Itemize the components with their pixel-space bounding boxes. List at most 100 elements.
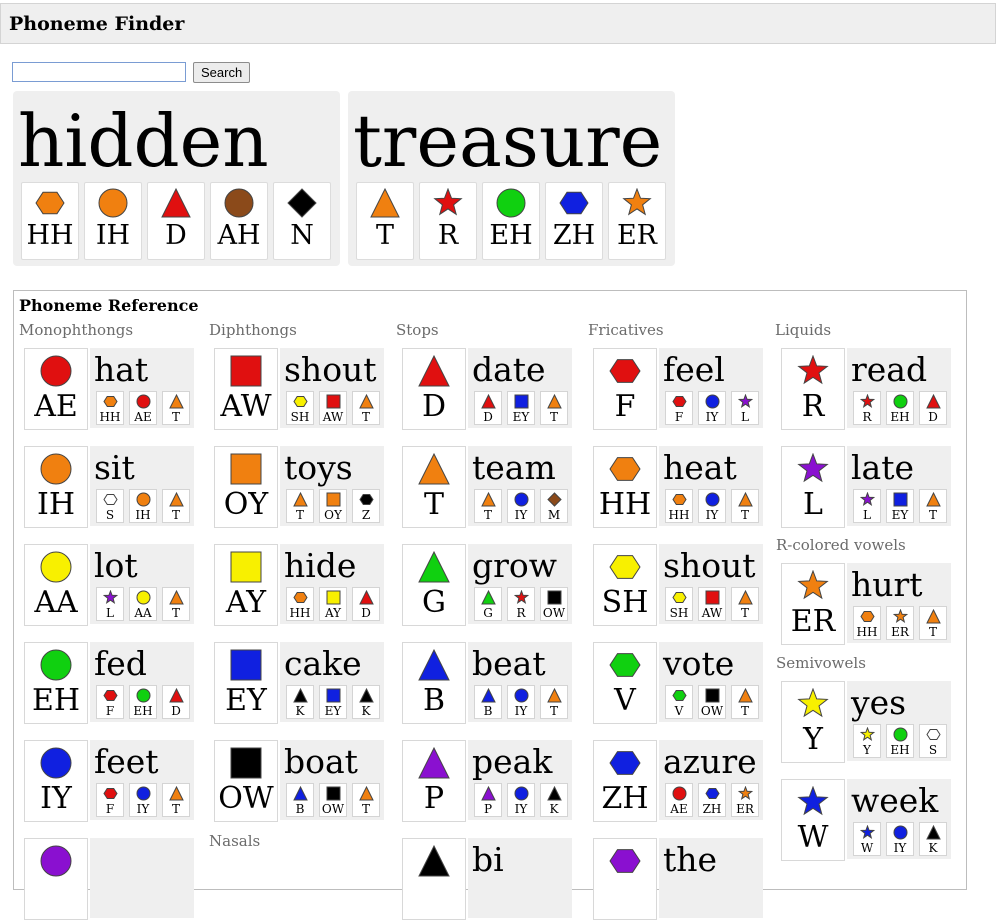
word-card[interactable]: treasure T R EH ZH ER bbox=[348, 91, 675, 266]
mini-phoneme-tile[interactable]: L bbox=[731, 391, 759, 425]
phoneme-reference-item[interactable]: AA lot L AA T bbox=[24, 544, 194, 627]
mini-phoneme-tile[interactable]: M bbox=[540, 489, 568, 523]
phoneme-symbol-tile[interactable]: L bbox=[781, 446, 845, 528]
phoneme-reference-item[interactable]: AY hide HH AY D bbox=[214, 544, 384, 627]
mini-phoneme-tile[interactable]: AY bbox=[319, 587, 347, 621]
mini-phoneme-tile[interactable]: K bbox=[352, 685, 380, 719]
phoneme-symbol-tile[interactable]: ZH bbox=[593, 740, 657, 822]
mini-phoneme-tile[interactable]: T bbox=[162, 391, 190, 425]
mini-phoneme-tile[interactable]: OW bbox=[319, 783, 347, 817]
phoneme-reference-item[interactable]: Llate L EY T bbox=[781, 446, 951, 529]
phoneme-symbol-tile[interactable]: ER bbox=[781, 563, 845, 645]
phoneme-symbol-tile[interactable]: R bbox=[781, 348, 845, 430]
mini-phoneme-tile[interactable]: EH bbox=[886, 391, 914, 425]
mini-phoneme-tile[interactable]: R bbox=[507, 587, 535, 621]
phoneme-tile[interactable]: T bbox=[356, 182, 414, 260]
phoneme-symbol-tile[interactable]: SH bbox=[593, 544, 657, 626]
phoneme-reference-item[interactable]: EH fed F EH D bbox=[24, 642, 194, 725]
phoneme-symbol-tile[interactable]: T bbox=[402, 446, 466, 528]
phoneme-reference-item[interactable]: bi bbox=[402, 838, 572, 921]
mini-phoneme-tile[interactable]: IY bbox=[886, 822, 914, 856]
word-card[interactable]: hidden HH IH D AH N bbox=[13, 91, 340, 266]
phoneme-symbol-tile[interactable] bbox=[24, 838, 88, 920]
mini-phoneme-tile[interactable]: D bbox=[919, 391, 947, 425]
mini-phoneme-tile[interactable]: T bbox=[474, 489, 502, 523]
phoneme-reference-item[interactable]: HH heat HH IY T bbox=[593, 446, 763, 529]
phoneme-tile[interactable]: R bbox=[419, 182, 477, 260]
mini-phoneme-tile[interactable]: ER bbox=[731, 783, 759, 817]
phoneme-symbol-tile[interactable]: F bbox=[593, 348, 657, 430]
phoneme-symbol-tile[interactable]: B bbox=[402, 642, 466, 724]
phoneme-symbol-tile[interactable]: W bbox=[781, 779, 845, 861]
mini-phoneme-tile[interactable]: K bbox=[919, 822, 947, 856]
mini-phoneme-tile[interactable]: K bbox=[286, 685, 314, 719]
phoneme-symbol-tile[interactable]: EH bbox=[24, 642, 88, 724]
mini-phoneme-tile[interactable]: EH bbox=[129, 685, 157, 719]
phoneme-tile[interactable]: EH bbox=[482, 182, 540, 260]
phoneme-symbol-tile[interactable]: AE bbox=[24, 348, 88, 430]
search-button[interactable]: Search bbox=[193, 62, 251, 83]
phoneme-reference-item[interactable]: ER hurt HH ER T bbox=[781, 563, 951, 646]
phoneme-symbol-tile[interactable]: IY bbox=[24, 740, 88, 822]
mini-phoneme-tile[interactable]: IY bbox=[698, 391, 726, 425]
mini-phoneme-tile[interactable]: B bbox=[286, 783, 314, 817]
phoneme-symbol-tile[interactable]: AY bbox=[214, 544, 278, 626]
phoneme-reference-item[interactable]: Vvote V OW T bbox=[593, 642, 763, 725]
phoneme-tile[interactable]: ER bbox=[608, 182, 666, 260]
mini-phoneme-tile[interactable]: R bbox=[853, 391, 881, 425]
mini-phoneme-tile[interactable]: L bbox=[853, 489, 881, 523]
mini-phoneme-tile[interactable]: SH bbox=[665, 587, 693, 621]
mini-phoneme-tile[interactable]: HH bbox=[286, 587, 314, 621]
phoneme-tile[interactable]: AH bbox=[210, 182, 268, 260]
phoneme-reference-item[interactable]: the bbox=[593, 838, 763, 921]
mini-phoneme-tile[interactable]: SH bbox=[286, 391, 314, 425]
mini-phoneme-tile[interactable]: T bbox=[162, 783, 190, 817]
phoneme-reference-item[interactable]: AW shout SH AW T bbox=[214, 348, 384, 431]
mini-phoneme-tile[interactable]: T bbox=[919, 489, 947, 523]
mini-phoneme-tile[interactable]: IY bbox=[507, 783, 535, 817]
mini-phoneme-tile[interactable]: T bbox=[162, 587, 190, 621]
phoneme-symbol-tile[interactable]: EY bbox=[214, 642, 278, 724]
phoneme-symbol-tile[interactable]: OY bbox=[214, 446, 278, 528]
mini-phoneme-tile[interactable]: AE bbox=[665, 783, 693, 817]
mini-phoneme-tile[interactable]: T bbox=[731, 489, 759, 523]
phoneme-tile[interactable]: IH bbox=[84, 182, 142, 260]
mini-phoneme-tile[interactable]: IH bbox=[129, 489, 157, 523]
phoneme-reference-item[interactable]: Ggrow G R OW bbox=[402, 544, 572, 627]
mini-phoneme-tile[interactable]: IY bbox=[129, 783, 157, 817]
mini-phoneme-tile[interactable]: IY bbox=[698, 489, 726, 523]
mini-phoneme-tile[interactable]: HH bbox=[853, 606, 881, 640]
phoneme-tile[interactable]: HH bbox=[21, 182, 79, 260]
mini-phoneme-tile[interactable]: ZH bbox=[698, 783, 726, 817]
phoneme-reference-item[interactable]: Ddate D EY T bbox=[402, 348, 572, 431]
mini-phoneme-tile[interactable]: G bbox=[474, 587, 502, 621]
mini-phoneme-tile[interactable]: T bbox=[731, 685, 759, 719]
phoneme-symbol-tile[interactable]: AW bbox=[214, 348, 278, 430]
mini-phoneme-tile[interactable]: D bbox=[352, 587, 380, 621]
phoneme-reference-item[interactable]: OW boat B OW T bbox=[214, 740, 384, 823]
phoneme-symbol-tile[interactable] bbox=[402, 838, 466, 920]
phoneme-reference-item[interactable]: ZH azure AE ZH ER bbox=[593, 740, 763, 823]
phoneme-symbol-tile[interactable]: OW bbox=[214, 740, 278, 822]
mini-phoneme-tile[interactable]: P bbox=[474, 783, 502, 817]
mini-phoneme-tile[interactable]: S bbox=[96, 489, 124, 523]
phoneme-symbol-tile[interactable]: G bbox=[402, 544, 466, 626]
phoneme-symbol-tile[interactable]: D bbox=[402, 348, 466, 430]
phoneme-symbol-tile[interactable]: Y bbox=[781, 681, 845, 763]
phoneme-tile[interactable]: ZH bbox=[545, 182, 603, 260]
phoneme-reference-item[interactable]: Ffeel F IY L bbox=[593, 348, 763, 431]
phoneme-reference-item[interactable]: Ppeak P IY K bbox=[402, 740, 572, 823]
phoneme-symbol-tile[interactable]: AA bbox=[24, 544, 88, 626]
mini-phoneme-tile[interactable]: V bbox=[665, 685, 693, 719]
phoneme-reference-item[interactable]: Yyes Y EH S bbox=[781, 681, 951, 764]
phoneme-reference-item[interactable]: IH sit S IH T bbox=[24, 446, 194, 529]
mini-phoneme-tile[interactable]: ER bbox=[886, 606, 914, 640]
mini-phoneme-tile[interactable]: EY bbox=[886, 489, 914, 523]
mini-phoneme-tile[interactable]: D bbox=[162, 685, 190, 719]
mini-phoneme-tile[interactable]: IY bbox=[507, 685, 535, 719]
phoneme-symbol-tile[interactable]: HH bbox=[593, 446, 657, 528]
search-input[interactable] bbox=[12, 62, 186, 82]
mini-phoneme-tile[interactable]: T bbox=[731, 587, 759, 621]
phoneme-tile[interactable]: D bbox=[147, 182, 205, 260]
mini-phoneme-tile[interactable]: F bbox=[96, 685, 124, 719]
